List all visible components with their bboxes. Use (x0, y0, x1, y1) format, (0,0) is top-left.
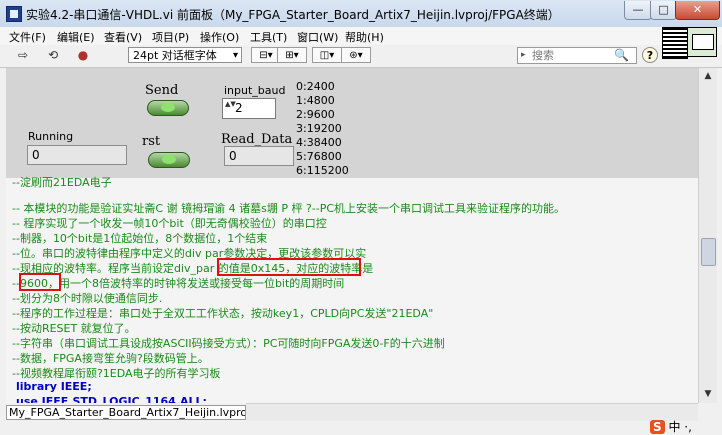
menu-window[interactable]: 窗口(W) (297, 29, 338, 45)
front-panel: Send input_baud ▲▼ 2 0:2400 1:4800 2:960… (6, 68, 698, 403)
baud-option: 2:9600 (296, 108, 335, 121)
abort-execution-icon[interactable]: ● (74, 47, 92, 64)
read-data-label: Read_Data (221, 132, 293, 147)
font-select[interactable]: 24pt 对话框字体 (128, 47, 242, 64)
help-icon[interactable]: ? (642, 47, 658, 63)
ime-mode-label: 中 ·, (668, 420, 692, 434)
code-segment: ，用一个8倍波特率的时钟将发送或接受每一位bit的周期时间 (47, 277, 345, 290)
menu-edit[interactable]: 编辑(E) (57, 29, 95, 45)
minimize-button[interactable]: — (624, 1, 652, 20)
code-line: -- 程序实现了一个收发一帧10个bit（即无奇偶校验位）的串口控 (12, 217, 327, 230)
menu-file[interactable]: 文件(F) (9, 29, 46, 45)
send-button[interactable] (147, 100, 189, 116)
code-line: --数据，FPGA接弯笙允驹?段数码管上。 (12, 352, 209, 365)
code-line: --程序的工作过程是：串口处于全双工工作状态，按动key1，CPLD向PC发送"… (12, 307, 434, 320)
running-label: Running (28, 130, 74, 143)
code-line: --视频教程犀衔颐?1EDA电子的所有学习板 (12, 367, 221, 380)
highlight-box-baud (19, 273, 61, 291)
search-icon[interactable]: 🔍 (614, 48, 629, 62)
project-path-status: My_FPGA_Starter_Board_Artix7_Heijin.lvpr… (6, 405, 246, 420)
run-continuously-icon[interactable]: ⟲ (44, 47, 62, 64)
baud-option: 1:4800 (296, 94, 335, 107)
baud-option: 6:115200 (296, 164, 349, 177)
menu-help[interactable]: 帮助(H) (345, 29, 384, 45)
menu-operate[interactable]: 操作(O) (200, 29, 239, 45)
baud-option: 4:38400 (296, 136, 342, 149)
code-line: --按动RESET 就复位了。 (12, 322, 136, 335)
read-data-indicator: 0 (224, 146, 294, 166)
highlight-box-div-par (217, 258, 361, 276)
sogou-ime-icon: S (650, 420, 665, 434)
toolbar: ⇨ ⟲ ● 24pt 对话框字体 ⊟▾ ⊞▾ ◫▾ ⊛▾ ▸ 搜索 🔍 ? (0, 45, 722, 68)
labview-app-icon (6, 6, 22, 22)
connector-pane-icon[interactable] (662, 27, 688, 59)
baud-option: 3:19200 (296, 122, 342, 135)
code-line: --划分为8个时隙以使通信同步. (12, 292, 163, 305)
menu-project[interactable]: 项目(P) (152, 29, 189, 45)
running-indicator: 0 (27, 145, 127, 165)
distribute-objects-icon[interactable]: ⊞▾ (277, 47, 307, 63)
search-caret-icon: ▸ (521, 50, 526, 60)
rst-button[interactable] (148, 152, 190, 168)
window-title: 实验4.2-串口通信-VHDL.vi 前面板（My_FPGA_Starter_B… (26, 8, 560, 22)
maximize-button[interactable]: □ (650, 1, 677, 20)
menu-tools[interactable]: 工具(T) (250, 29, 287, 45)
send-label: Send (145, 83, 179, 98)
code-line: --淀刷而21EDA电子 (12, 176, 112, 189)
resize-objects-icon[interactable]: ◫▾ (312, 47, 342, 63)
rst-label: rst (142, 134, 161, 149)
title-bar: 实验4.2-串口通信-VHDL.vi 前面板（My_FPGA_Starter_B… (0, 0, 722, 28)
vi-icon[interactable] (687, 27, 717, 57)
horizontal-scrollbar[interactable] (246, 403, 698, 421)
read-data-value: 0 (229, 149, 237, 163)
code-line: library IEEE; (16, 380, 92, 393)
search-placeholder: 搜索 (532, 49, 554, 62)
input-baud-control[interactable]: ▲▼ 2 (222, 98, 276, 119)
code-line: -- 本模块的功能是验证实址斋C 谢 镜拇瑁谕 4 诸墓s堋 P 枰 ?--PC… (12, 202, 566, 215)
scroll-down-icon[interactable]: ▼ (699, 386, 717, 403)
scroll-up-icon[interactable]: ▲ (699, 68, 717, 85)
input-baud-value: 2 (235, 101, 243, 115)
code-line: --制器，10个bit是1位起始位，8个数据位，1个结束 (12, 232, 268, 245)
vertical-scrollbar[interactable]: ▲ ▼ (698, 68, 717, 403)
input-baud-label: input_baud (224, 84, 286, 97)
code-line: use IEEE.STD_LOGIC_1164.ALL; (16, 395, 207, 403)
code-comment-area: --淀刷而21EDA电子 -- 本模块的功能是验证实址斋C 谢 镜拇瑁谕 4 诸… (6, 176, 698, 403)
menu-view[interactable]: 查看(V) (104, 29, 142, 45)
code-line: --字符串（串口调试工具设成按ASCII码接受方式）：PC可随时向FPGA发送0… (12, 337, 445, 350)
baud-option: 5:76800 (296, 150, 342, 163)
reorder-icon[interactable]: ⊛▾ (341, 47, 371, 63)
ime-indicator[interactable]: S 中 ·, (650, 418, 692, 435)
close-button[interactable]: ✕ (675, 1, 720, 20)
code-line: --9600，用一个8倍波特率的时钟将发送或接受每一位bit的周期时间 (12, 275, 344, 291)
run-arrow-icon[interactable]: ⇨ (14, 47, 32, 64)
running-value: 0 (32, 148, 40, 162)
menu-bar: 文件(F) 编辑(E) 查看(V) 项目(P) 操作(O) 工具(T) 窗口(W… (0, 27, 722, 45)
scroll-thumb[interactable] (701, 238, 716, 266)
baud-option: 0:2400 (296, 80, 335, 93)
